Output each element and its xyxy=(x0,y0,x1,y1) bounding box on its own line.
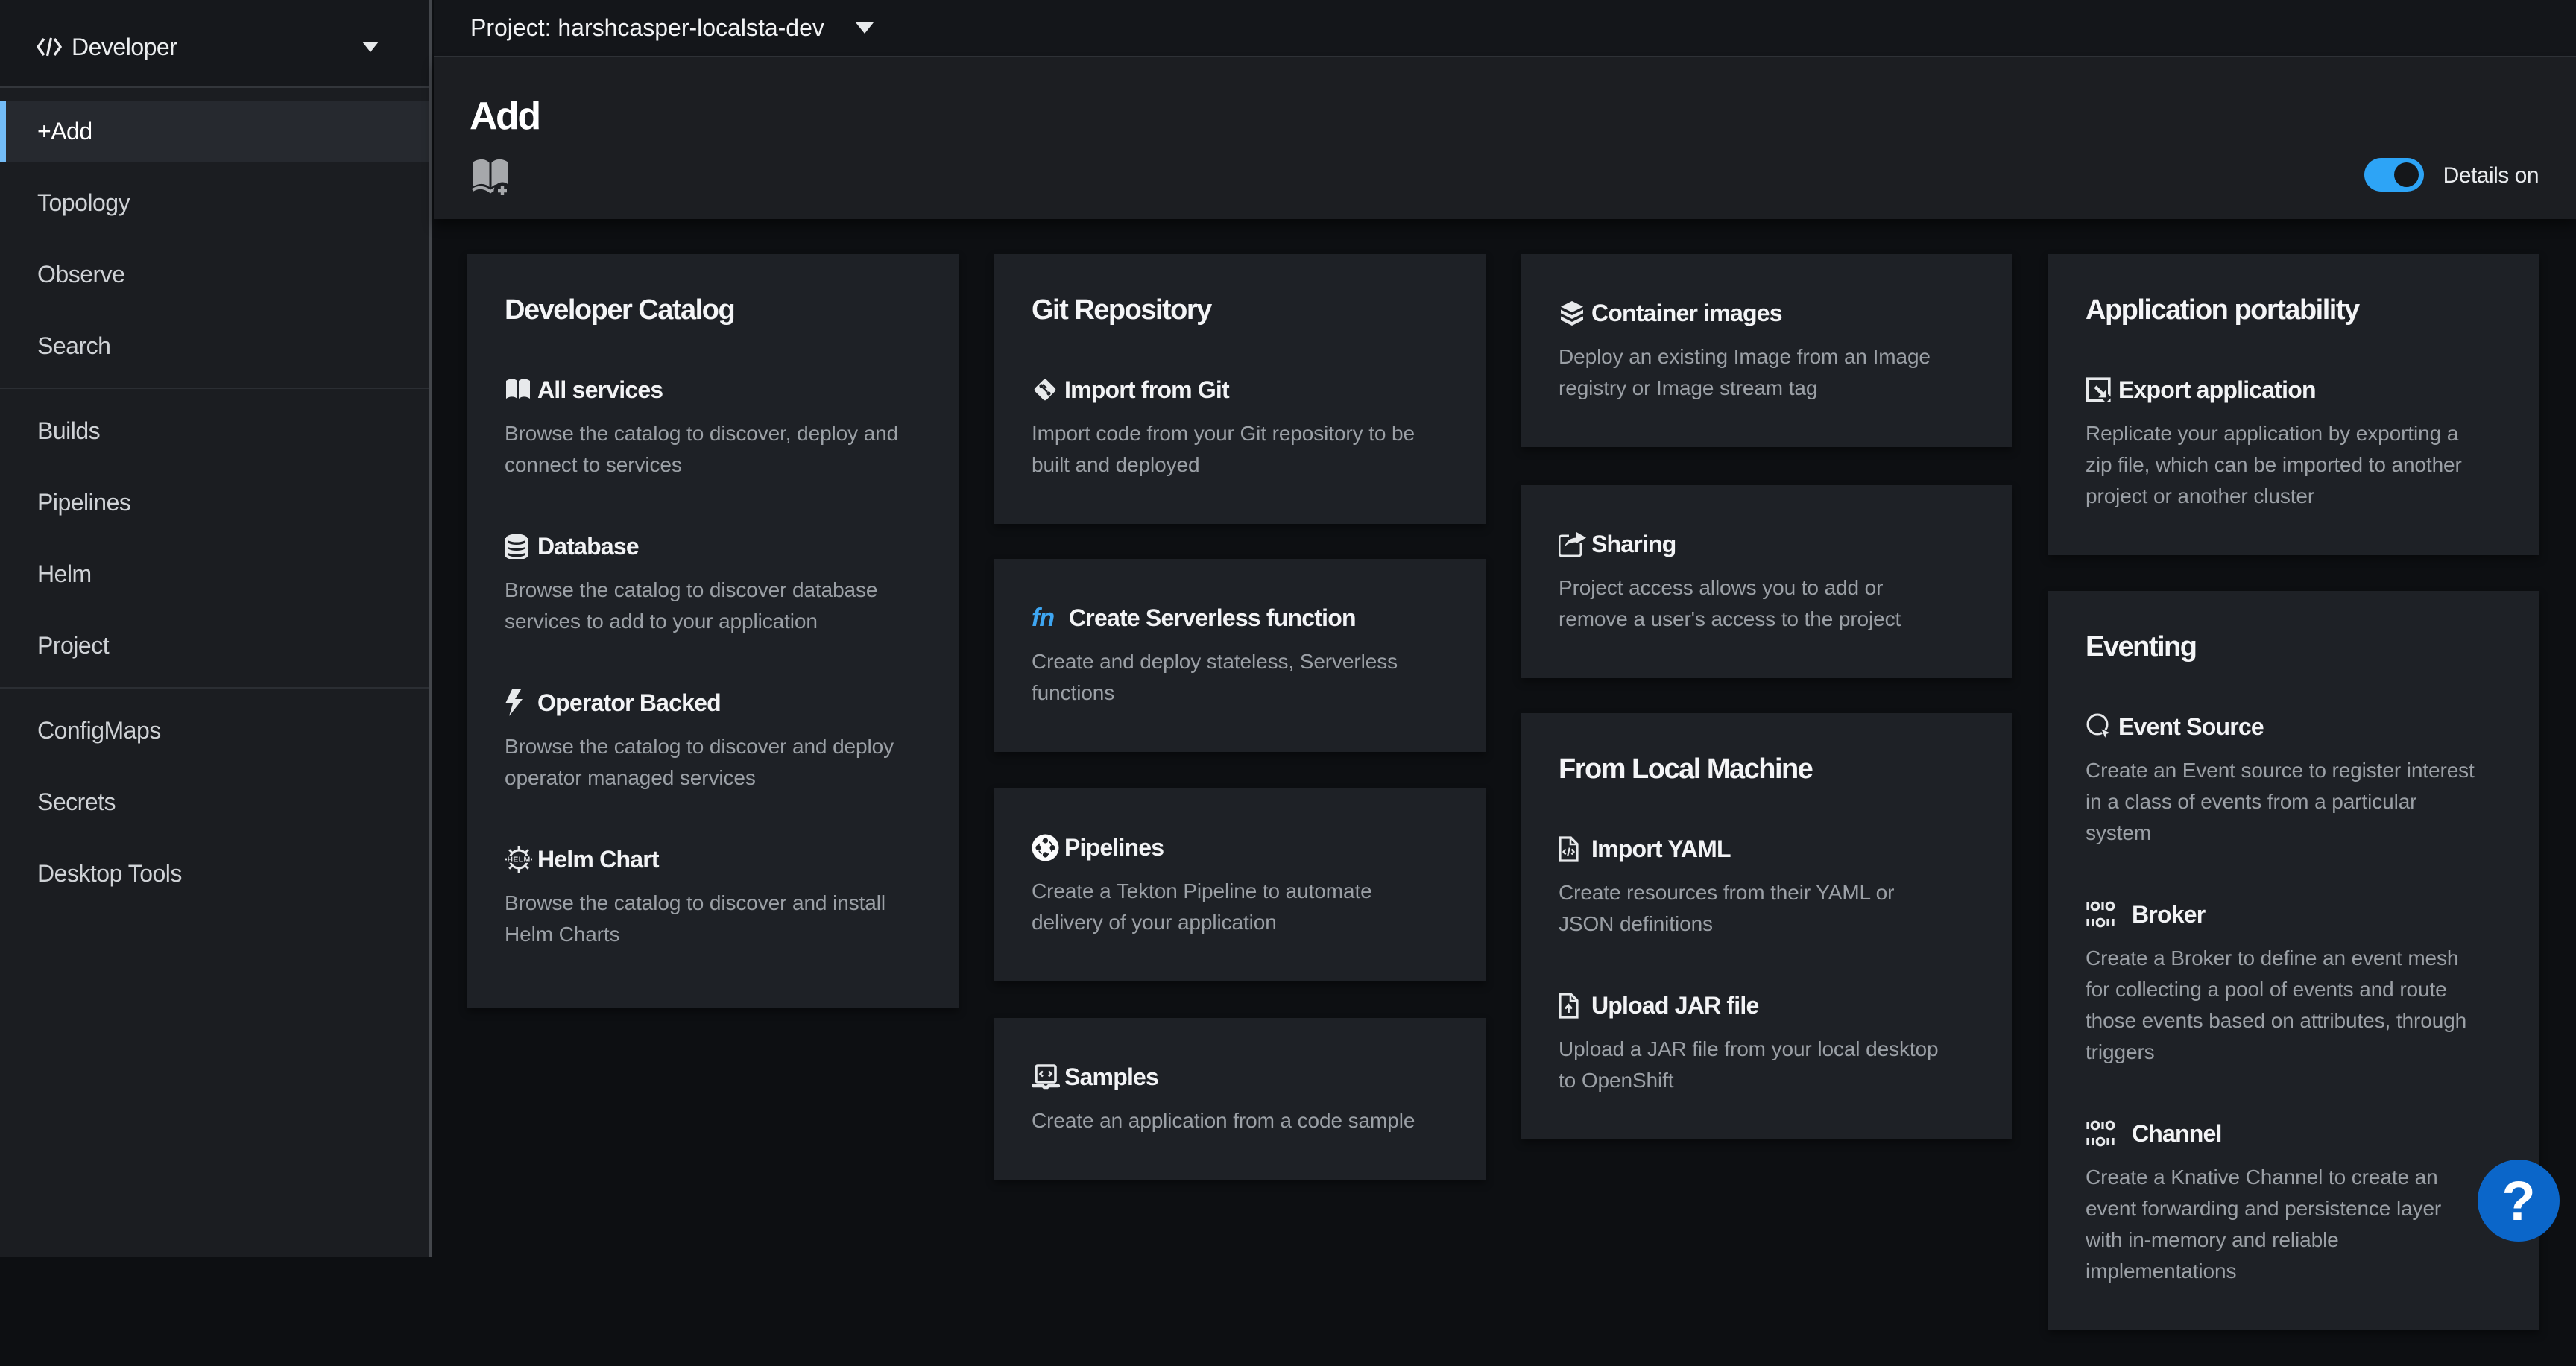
svg-text:HELM: HELM xyxy=(507,856,530,864)
